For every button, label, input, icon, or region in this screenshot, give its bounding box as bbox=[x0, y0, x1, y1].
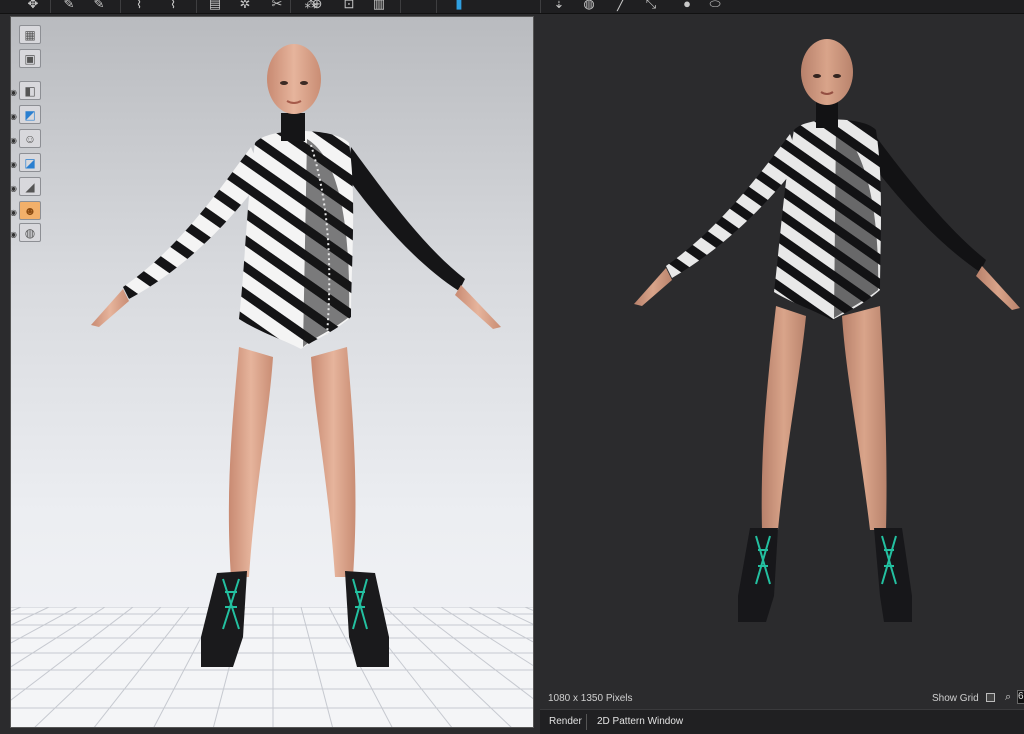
render-left-eye bbox=[813, 74, 821, 78]
render-tool-icon[interactable]: ▮ bbox=[448, 0, 470, 13]
zoom-input[interactable]: 6 bbox=[1017, 690, 1024, 704]
toolbar-separator bbox=[400, 0, 401, 13]
avatar-render bbox=[634, 39, 1020, 622]
render-left-leg bbox=[761, 306, 806, 530]
render-right-eye bbox=[833, 74, 841, 78]
right-boot bbox=[345, 571, 389, 667]
render-resolution: 1080 x 1350 Pixels bbox=[548, 693, 633, 704]
toolbar-separator bbox=[290, 0, 291, 13]
tack-edit-tool-icon[interactable]: ⌇ bbox=[162, 0, 184, 13]
arrow-down-tool-icon[interactable]: ⇣ bbox=[548, 0, 570, 13]
toolbar-separator bbox=[540, 0, 541, 13]
render-right-leg bbox=[842, 306, 887, 530]
left-hand bbox=[91, 289, 129, 327]
main-toolbar: ✥ ✎ ✎ ⌇ ⌇ ▤ ✲ ✂ ⁂ ⊕ ⊡ ▥ ▮ ⇣ ◍ ╱ ⤡ ● ⬭ bbox=[0, 0, 1024, 14]
render-right-hand bbox=[976, 266, 1020, 310]
globe-tool-icon[interactable]: ◍ bbox=[578, 0, 600, 13]
fold-tool-icon[interactable]: ▤ bbox=[204, 0, 226, 13]
render-left-hand bbox=[634, 268, 672, 306]
render-status-bar: 1080 x 1350 Pixels Show Grid ⌕ 6 bbox=[540, 688, 1024, 708]
tab-render[interactable]: Render bbox=[546, 715, 585, 731]
render-turtleneck bbox=[816, 102, 838, 128]
toolbar-separator bbox=[120, 0, 121, 13]
tab-divider bbox=[586, 714, 587, 730]
toolbar-separator bbox=[50, 0, 51, 13]
camera-tool-icon[interactable]: ⊡ bbox=[338, 0, 360, 13]
light-tool-icon[interactable]: ● bbox=[676, 0, 698, 13]
sew-tool-icon[interactable]: ✲ bbox=[234, 0, 256, 13]
clo3d-workspace: ✥ ✎ ✎ ⌇ ⌇ ▤ ✲ ✂ ⁂ ⊕ ⊡ ▥ ▮ ⇣ ◍ ╱ ⤡ ● ⬭ ▦ ▣ ◧ ◉ ◩ ◉ ☺ ◉ ◪ ◉ ◢ ◉ ☻ ◉ ◍ ◉ bbox=[0, 0, 1024, 734]
pencil-tool-icon[interactable]: ╱ bbox=[610, 0, 632, 13]
render-window[interactable] bbox=[540, 16, 1024, 686]
left-eye bbox=[280, 81, 288, 85]
avatar-figure bbox=[91, 44, 501, 667]
show-grid-label: Show Grid bbox=[932, 693, 979, 704]
pin-box-tool-icon[interactable]: ✎ bbox=[88, 0, 110, 13]
cylinder-tool-icon[interactable]: ⬭ bbox=[704, 0, 726, 13]
window-tabs: Render 2D Pattern Window bbox=[540, 709, 1024, 734]
zoom-magnifier-icon: ⌕ bbox=[1005, 691, 1012, 703]
toolbar-separator bbox=[436, 0, 437, 13]
render-right-sleeve bbox=[870, 134, 986, 272]
right-sleeve bbox=[347, 147, 465, 291]
right-leg bbox=[311, 347, 356, 577]
toolbar-separator bbox=[196, 0, 197, 13]
rendered-avatar-figure bbox=[634, 39, 1020, 622]
trim-tool-icon[interactable]: ✂ bbox=[266, 0, 288, 13]
left-leg bbox=[228, 347, 273, 577]
tab-2d-pattern-window[interactable]: 2D Pattern Window bbox=[594, 715, 686, 731]
right-eye bbox=[300, 81, 308, 85]
render-avatar-head bbox=[801, 39, 853, 105]
pin-tool-icon[interactable]: ✎ bbox=[58, 0, 80, 13]
3d-garment-viewport[interactable]: ▦ ▣ ◧ ◉ ◩ ◉ ☺ ◉ ◪ ◉ ◢ ◉ ☻ ◉ ◍ ◉ bbox=[10, 16, 534, 728]
tack-tool-icon[interactable]: ⌇ bbox=[128, 0, 150, 13]
show-grid-checkbox[interactable] bbox=[986, 693, 995, 702]
avatar-3d-viewport[interactable] bbox=[11, 17, 534, 728]
pose-tool-icon[interactable]: ✥ bbox=[22, 0, 44, 13]
layer-tool-icon[interactable]: ▥ bbox=[368, 0, 390, 13]
left-sleeve bbox=[123, 147, 263, 299]
right-hand bbox=[455, 285, 501, 329]
turtleneck bbox=[281, 113, 305, 141]
resize-tool-icon[interactable]: ⤡ bbox=[640, 0, 662, 13]
measure-tool-icon[interactable]: ⊕ bbox=[306, 0, 328, 13]
